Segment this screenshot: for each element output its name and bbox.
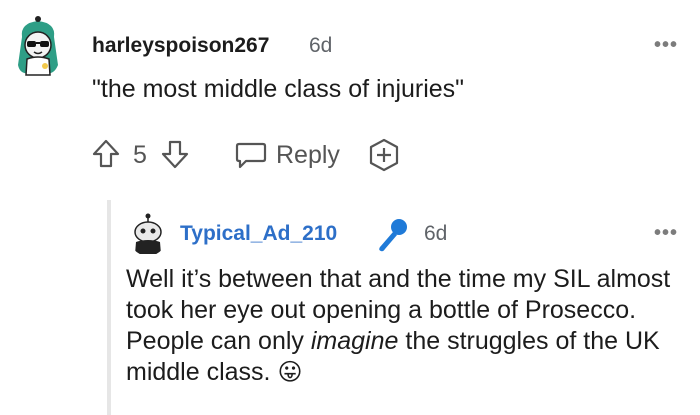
- comment-timestamp: 6d: [309, 34, 333, 57]
- reply-more-icon[interactable]: •••: [654, 222, 678, 245]
- reply-body-emphasis: imagine: [310, 327, 399, 355]
- reply-avatar-illustration: [134, 213, 162, 254]
- comment-body: "the most middle class of injuries": [92, 75, 465, 103]
- thread-line[interactable]: [107, 200, 111, 415]
- vote-count: 5: [133, 141, 147, 169]
- avatar-illustration: [18, 16, 58, 76]
- reply-button[interactable]: Reply: [276, 141, 340, 170]
- upvote-icon[interactable]: [91, 138, 121, 170]
- reply-timestamp: 6d: [424, 222, 448, 245]
- downvote-icon[interactable]: [160, 138, 190, 170]
- tongue-emoji: 😛: [277, 359, 303, 386]
- award-add-icon[interactable]: [366, 137, 402, 173]
- commenter-avatar[interactable]: [10, 15, 66, 81]
- comment-username[interactable]: harleyspoison267: [92, 34, 269, 58]
- reply-username[interactable]: Typical_Ad_210: [180, 222, 337, 246]
- comment-more-icon[interactable]: •••: [654, 34, 678, 57]
- reply-body: Well it’s between that and the time my S…: [126, 264, 696, 388]
- microphone-icon: [372, 214, 412, 254]
- reply-avatar[interactable]: [128, 212, 168, 256]
- reply-icon[interactable]: [234, 140, 268, 170]
